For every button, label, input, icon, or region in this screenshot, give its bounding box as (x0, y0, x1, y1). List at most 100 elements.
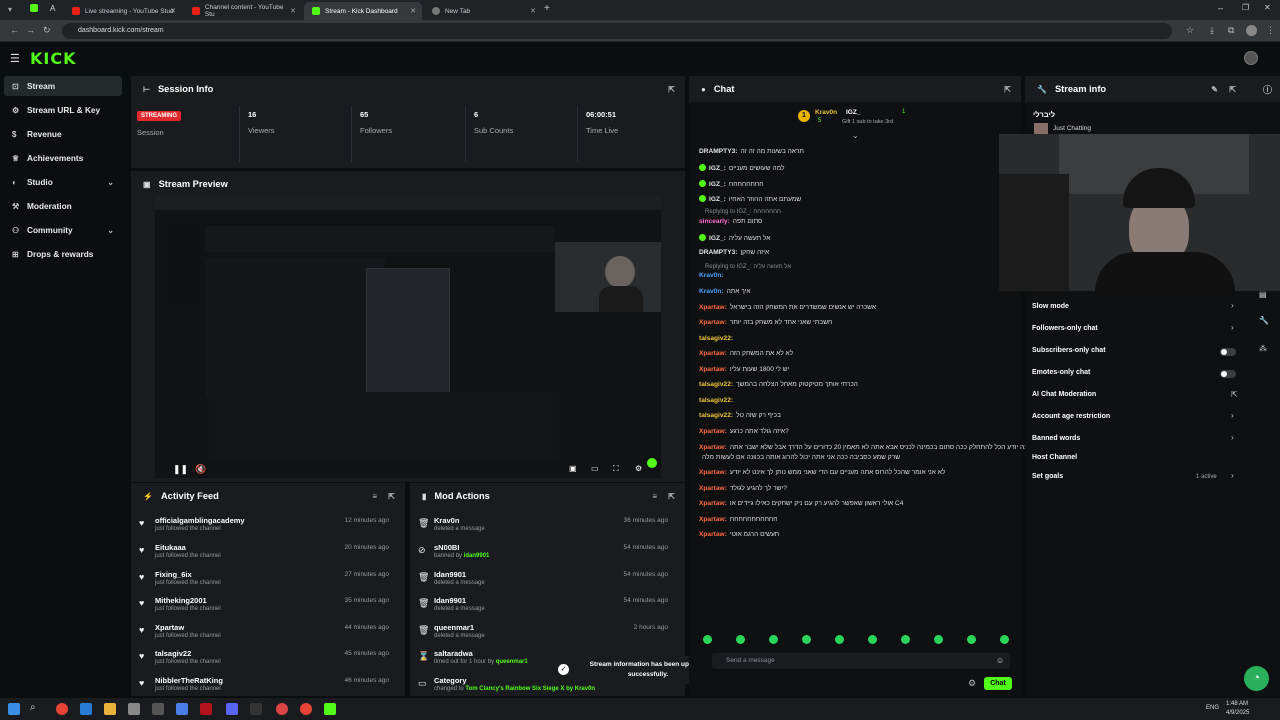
emote-icon[interactable] (1000, 635, 1009, 644)
chat-username[interactable]: IGZ_: (709, 165, 726, 172)
sidebar-item-drops-rewards[interactable]: ⊞ Drops & rewards (4, 244, 122, 264)
settings-gear-icon[interactable]: ⚙ (635, 464, 642, 473)
sidebar-item-stream[interactable]: ⊡ Stream (4, 76, 122, 96)
item-name[interactable]: saltaradwa (434, 649, 473, 658)
chat-username[interactable]: Xpartaw: (699, 319, 727, 326)
kick-app-icon[interactable] (324, 703, 336, 715)
close-icon[interactable]: ✕ (410, 7, 416, 15)
more-icon[interactable]: ⋮ (1266, 25, 1275, 36)
chevron-right-icon[interactable]: › (1231, 411, 1234, 420)
chevron-right-icon[interactable]: › (1231, 323, 1234, 332)
item-name[interactable]: talsagiv22 (155, 649, 191, 658)
user-avatar[interactable] (1244, 51, 1258, 65)
popout-icon[interactable]: ⇱ (668, 85, 675, 94)
forward-icon[interactable]: → (26, 25, 35, 35)
filter-icon[interactable]: ≡ (652, 492, 657, 501)
sidebar-item-studio[interactable]: ◐ Studio ⌄ (4, 172, 122, 192)
leaderboard-user[interactable]: Krav0n (815, 109, 837, 116)
a-tab-icon[interactable]: A (50, 4, 55, 13)
reload-icon[interactable]: ↻ (43, 25, 51, 36)
close-icon[interactable]: ✕ (290, 7, 296, 15)
category-name[interactable]: Tom Clancy's Rainbow Six Siege X (465, 686, 564, 692)
app-icon[interactable] (200, 703, 212, 715)
setting-label[interactable]: Set goals (1032, 473, 1063, 480)
app-icon[interactable] (176, 703, 188, 715)
emote-icon[interactable] (967, 635, 976, 644)
settings-app-icon[interactable] (128, 703, 140, 715)
chat-username[interactable]: IGZ_: (709, 235, 726, 242)
chevron-down-icon[interactable]: ⌄ (852, 131, 859, 140)
tab-menu-icon[interactable]: ▾ (8, 5, 12, 14)
close-icon[interactable]: ✕ (170, 7, 176, 15)
download-icon[interactable]: ⤓ (1210, 25, 1214, 36)
emote-icon[interactable] (934, 635, 943, 644)
chat-username[interactable]: Xpartaw: (699, 469, 727, 476)
bookmark-star-icon[interactable]: ☆ (1186, 25, 1194, 36)
chrome-icon[interactable] (300, 703, 312, 715)
emote-icon[interactable] (901, 635, 910, 644)
search-icon[interactable]: ⌕ (30, 702, 36, 713)
item-name[interactable]: Eitukaaa (155, 543, 186, 552)
popout-icon[interactable]: ⇱ (1229, 85, 1236, 94)
chrome-icon[interactable] (56, 703, 68, 715)
hamburger-menu-icon[interactable]: ☰ (10, 52, 20, 65)
emote-icon[interactable] (703, 635, 712, 644)
gift-user[interactable]: IGZ_ (846, 109, 860, 116)
sidebar-item-achievements[interactable]: ♕ Achievements (4, 148, 122, 168)
setting-label[interactable]: Emotes-only chat (1032, 369, 1090, 376)
setting-toggle[interactable] (1220, 370, 1236, 378)
language-indicator[interactable]: ENG (1206, 705, 1219, 711)
send-chat-button[interactable]: Chat (984, 677, 1012, 690)
profile-avatar[interactable] (1246, 25, 1257, 36)
tab-kick-dashboard[interactable]: Stream - Kick Dashboard ✕ (304, 2, 422, 20)
kick-tab-icon[interactable] (30, 4, 38, 12)
tab-new-tab[interactable]: New Tab ✕ (424, 2, 542, 20)
chat-username[interactable]: talsagiv22: (699, 381, 733, 388)
chat-username[interactable]: talsagiv22: (699, 335, 733, 342)
emote-icon[interactable] (835, 635, 844, 644)
filter-icon[interactable]: ≡ (372, 492, 377, 501)
chat-username[interactable]: Xpartaw: (699, 444, 727, 451)
chat-username[interactable]: Xpartaw: (699, 366, 727, 373)
item-name[interactable]: officialgamblingacademy (155, 516, 245, 525)
chat-username[interactable]: DRAMPTY3: (699, 148, 737, 155)
setting-label[interactable]: Host Channel (1032, 454, 1077, 461)
chat-username[interactable]: Krav0n: (699, 288, 724, 295)
discord-icon[interactable] (226, 703, 238, 715)
moderator-name[interactable]: idan9901 (464, 553, 490, 559)
maximize-icon[interactable]: ❐ (1242, 3, 1249, 12)
app-icon[interactable] (250, 703, 262, 715)
external-link-icon[interactable]: ⇱ (1231, 390, 1238, 399)
item-name[interactable]: Fixing_6ix (155, 570, 192, 579)
app-icon[interactable] (80, 703, 92, 715)
app-icon[interactable] (152, 703, 164, 715)
popout-icon[interactable]: ⇱ (388, 492, 395, 501)
setting-label[interactable]: Banned words (1032, 435, 1080, 442)
edit-pencil-icon[interactable]: ✎ (1211, 85, 1218, 94)
chat-username[interactable]: talsagiv22: (699, 412, 733, 419)
folder-icon[interactable] (104, 703, 116, 715)
chevron-right-icon[interactable]: › (1231, 433, 1234, 442)
sidebar-item-community[interactable]: ⚇ Community ⌄ (4, 220, 122, 240)
back-icon[interactable]: ← (10, 25, 19, 35)
chevron-right-icon[interactable]: › (1231, 301, 1234, 310)
popout-icon[interactable]: ⇱ (668, 492, 675, 501)
url-input[interactable]: dashboard.kick.com/stream (62, 23, 1172, 39)
minimize-icon[interactable]: – (1218, 3, 1223, 13)
item-name[interactable]: Xpartaw (155, 623, 184, 632)
tab-channel-content[interactable]: Channel content - YouTube Stu ✕ (184, 2, 302, 20)
chevron-right-icon[interactable]: › (1231, 471, 1234, 480)
chat-username[interactable]: DRAMPTY3: (699, 249, 737, 256)
close-icon[interactable]: ✕ (530, 7, 536, 15)
chat-username[interactable]: Xpartaw: (699, 304, 727, 311)
chat-username[interactable]: Xpartaw: (699, 531, 727, 538)
item-name[interactable]: Mitheking2001 (155, 596, 207, 605)
setting-label[interactable]: Account age restriction (1032, 413, 1110, 420)
emote-icon[interactable] (769, 635, 778, 644)
clock-time[interactable]: 1:48 AM (1226, 701, 1248, 707)
chat-settings-icon[interactable]: ⚙ (968, 678, 976, 689)
obs-icon[interactable] (276, 703, 288, 715)
clock-date[interactable]: 4/9/2025 (1226, 710, 1249, 716)
chat-username[interactable]: Xpartaw: (699, 350, 727, 357)
chat-username[interactable]: IGZ_: (709, 181, 726, 188)
